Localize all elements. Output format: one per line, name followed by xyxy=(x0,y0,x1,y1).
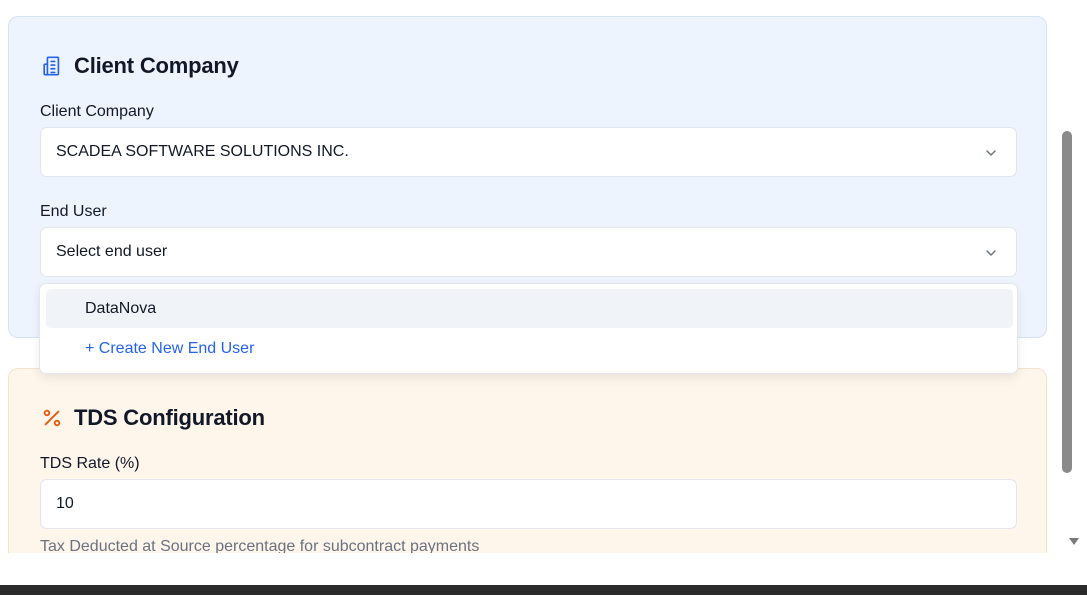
end-user-label: End User xyxy=(40,203,107,220)
scroll-down-arrow-icon[interactable] xyxy=(1069,538,1079,545)
client-company-title: Client Company xyxy=(74,53,239,78)
bottom-spacer xyxy=(0,553,1087,585)
end-user-placeholder: Select end user xyxy=(56,243,168,260)
tds-rate-input[interactable]: 10 xyxy=(40,479,1017,529)
percent-icon xyxy=(40,406,64,430)
dropdown-option-datanova[interactable]: DataNova xyxy=(46,289,1013,328)
form-viewport: Client Company Client Company SCADEA SOF… xyxy=(0,0,1087,553)
tds-rate-helper-text: Tax Deducted at Source percentage for su… xyxy=(40,538,480,553)
chevron-down-icon xyxy=(984,246,998,260)
tds-rate-label: TDS Rate (%) xyxy=(40,455,140,472)
vertical-scrollbar[interactable] xyxy=(1062,0,1087,553)
bottom-taskbar xyxy=(0,585,1087,595)
end-user-select[interactable]: Select end user xyxy=(40,227,1017,277)
tds-configuration-title: TDS Configuration xyxy=(74,405,265,430)
client-company-select[interactable]: SCADEA SOFTWARE SOLUTIONS INC. xyxy=(40,127,1017,177)
tds-configuration-heading: TDS Configuration xyxy=(40,405,265,431)
chevron-down-icon xyxy=(984,146,998,160)
client-company-heading: Client Company xyxy=(40,53,239,79)
client-company-label: Client Company xyxy=(40,103,154,120)
end-user-dropdown-menu: DataNova + Create New End User xyxy=(39,283,1018,374)
tds-rate-value: 10 xyxy=(56,495,74,512)
building-icon xyxy=(40,54,64,78)
create-new-end-user-option[interactable]: + Create New End User xyxy=(46,329,1013,368)
client-company-value: SCADEA SOFTWARE SOLUTIONS INC. xyxy=(56,143,349,160)
tds-configuration-card: TDS Configuration TDS Rate (%) 10 Tax De… xyxy=(8,368,1047,553)
scrollbar-thumb[interactable] xyxy=(1062,131,1072,473)
